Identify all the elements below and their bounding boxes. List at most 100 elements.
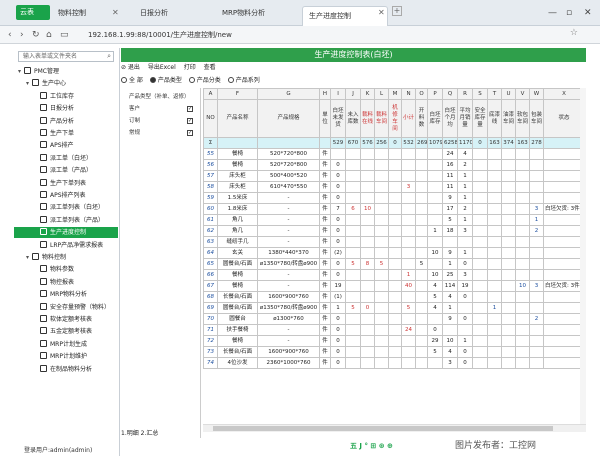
table-cell[interactable] [501, 258, 516, 270]
table-cell[interactable]: 60 [203, 203, 218, 215]
table-cell[interactable]: 1600*900*760 [257, 291, 320, 303]
table-cell[interactable] [415, 247, 428, 259]
table-cell[interactable] [401, 291, 416, 303]
table-cell[interactable]: 件 [319, 291, 331, 303]
table-cell[interactable] [427, 170, 443, 182]
table-cell[interactable] [487, 357, 502, 369]
table-cell[interactable] [427, 357, 443, 369]
table-cell[interactable]: 床头柜 [217, 181, 258, 193]
table-cell[interactable] [360, 181, 375, 193]
table-cell[interactable] [487, 214, 502, 226]
column-header[interactable]: 单位 [319, 99, 331, 138]
table-cell[interactable] [427, 192, 443, 204]
column-header[interactable]: 裁料车间 [374, 99, 389, 138]
table-cell[interactable] [515, 225, 530, 237]
table-cell[interactable]: 57 [203, 170, 218, 182]
table-cell[interactable]: 件 [319, 247, 331, 259]
table-cell[interactable]: 24 [401, 324, 416, 336]
table-cell[interactable] [543, 247, 585, 259]
table-cell[interactable] [415, 192, 428, 204]
table-cell[interactable]: ø1350*780/转盘ø900 [257, 258, 320, 270]
table-cell[interactable]: 3 [401, 181, 416, 193]
close-window-button[interactable]: ✕ [584, 6, 592, 20]
table-cell[interactable] [543, 192, 585, 204]
table-cell[interactable] [401, 203, 416, 215]
table-cell[interactable] [360, 225, 375, 237]
table-cell[interactable] [345, 170, 361, 182]
table-cell[interactable] [360, 324, 375, 336]
table-cell[interactable]: 1.8米床 [217, 203, 258, 215]
table-cell[interactable] [388, 269, 402, 281]
sidebar-item[interactable]: 物控报表 [14, 277, 118, 288]
filter-checkbox-customer[interactable]: ✓ [187, 106, 193, 112]
table-cell[interactable] [472, 269, 488, 281]
exit-button[interactable]: ⊘ 退出 [121, 64, 140, 71]
table-cell[interactable] [529, 236, 544, 248]
table-cell[interactable]: 0 [330, 170, 346, 182]
table-cell[interactable] [360, 313, 375, 325]
table-cell[interactable] [543, 159, 585, 171]
table-cell[interactable] [345, 159, 361, 171]
table-cell[interactable] [472, 225, 488, 237]
table-cell[interactable] [401, 247, 416, 259]
table-cell[interactable] [388, 247, 402, 259]
table-cell[interactable] [515, 269, 530, 281]
table-cell[interactable] [360, 357, 375, 369]
sidebar-item[interactable]: ▾ PMC管理 [14, 66, 118, 77]
table-cell[interactable] [487, 159, 502, 171]
table-cell[interactable] [501, 225, 516, 237]
table-cell[interactable]: 1 [427, 225, 443, 237]
table-cell[interactable] [529, 181, 544, 193]
table-cell[interactable]: 16 [442, 159, 458, 171]
table-cell[interactable] [401, 214, 416, 226]
table-cell[interactable] [374, 247, 389, 259]
table-cell[interactable]: 5 [374, 258, 389, 270]
table-cell[interactable]: - [257, 335, 320, 347]
url-field[interactable]: 192.168.1.99:88/10001/生产进度控制/new [88, 29, 488, 41]
table-cell[interactable] [501, 346, 516, 358]
table-cell[interactable] [345, 247, 361, 259]
view-button[interactable]: 查看 [204, 64, 216, 71]
table-cell[interactable] [345, 324, 361, 336]
table-cell[interactable]: 件 [319, 236, 331, 248]
table-cell[interactable] [472, 203, 488, 215]
table-cell[interactable] [529, 148, 544, 160]
table-cell[interactable] [543, 313, 585, 325]
table-cell[interactable]: 9 [442, 192, 458, 204]
sidebar-item[interactable]: 在制品物料分析 [14, 364, 118, 375]
table-row[interactable]: 72 餐椅 - 件 0 29 10 1 [203, 335, 585, 347]
column-header[interactable]: 开料数 [415, 99, 428, 138]
radio-all[interactable]: 全 部 [121, 75, 143, 86]
table-cell[interactable]: 2 [529, 225, 544, 237]
table-cell[interactable]: 餐椅 [217, 269, 258, 281]
table-cell[interactable] [374, 302, 389, 314]
table-cell[interactable] [388, 258, 402, 270]
table-cell[interactable] [501, 280, 516, 292]
home-icon[interactable]: ⌂ [46, 28, 52, 42]
table-cell[interactable] [472, 346, 488, 358]
table-cell[interactable]: 0 [330, 346, 346, 358]
table-cell[interactable]: 66 [203, 269, 218, 281]
tab-mrp-analysis[interactable]: MRP物料分析 [222, 6, 265, 26]
table-cell[interactable]: 2360*1000*760 [257, 357, 320, 369]
table-row[interactable]: 56 餐椅 520*720*800 件 0 16 2 [203, 159, 585, 171]
table-cell[interactable] [472, 236, 488, 248]
column-header[interactable]: 软包车间 [515, 99, 530, 138]
table-cell[interactable] [529, 346, 544, 358]
table-cell[interactable]: (1) [330, 291, 346, 303]
sidebar-item[interactable]: 生产下单 [14, 128, 118, 139]
table-cell[interactable]: 1.5米床 [217, 192, 258, 204]
table-cell[interactable]: 0 [330, 324, 346, 336]
table-cell[interactable]: 件 [319, 357, 331, 369]
table-cell[interactable]: 73 [203, 346, 218, 358]
table-cell[interactable] [501, 335, 516, 347]
table-row[interactable]: 59 1.5米床 - 件 0 9 1 [203, 192, 585, 204]
table-cell[interactable]: 白坯欠货: 3件 [543, 203, 585, 215]
column-header[interactable]: 安全库存量 [472, 99, 488, 138]
table-cell[interactable]: 餐椅 [217, 280, 258, 292]
table-cell[interactable] [374, 148, 389, 160]
table-cell[interactable] [472, 324, 488, 336]
table-cell[interactable] [401, 192, 416, 204]
table-cell[interactable] [374, 181, 389, 193]
table-cell[interactable]: 1 [330, 302, 346, 314]
